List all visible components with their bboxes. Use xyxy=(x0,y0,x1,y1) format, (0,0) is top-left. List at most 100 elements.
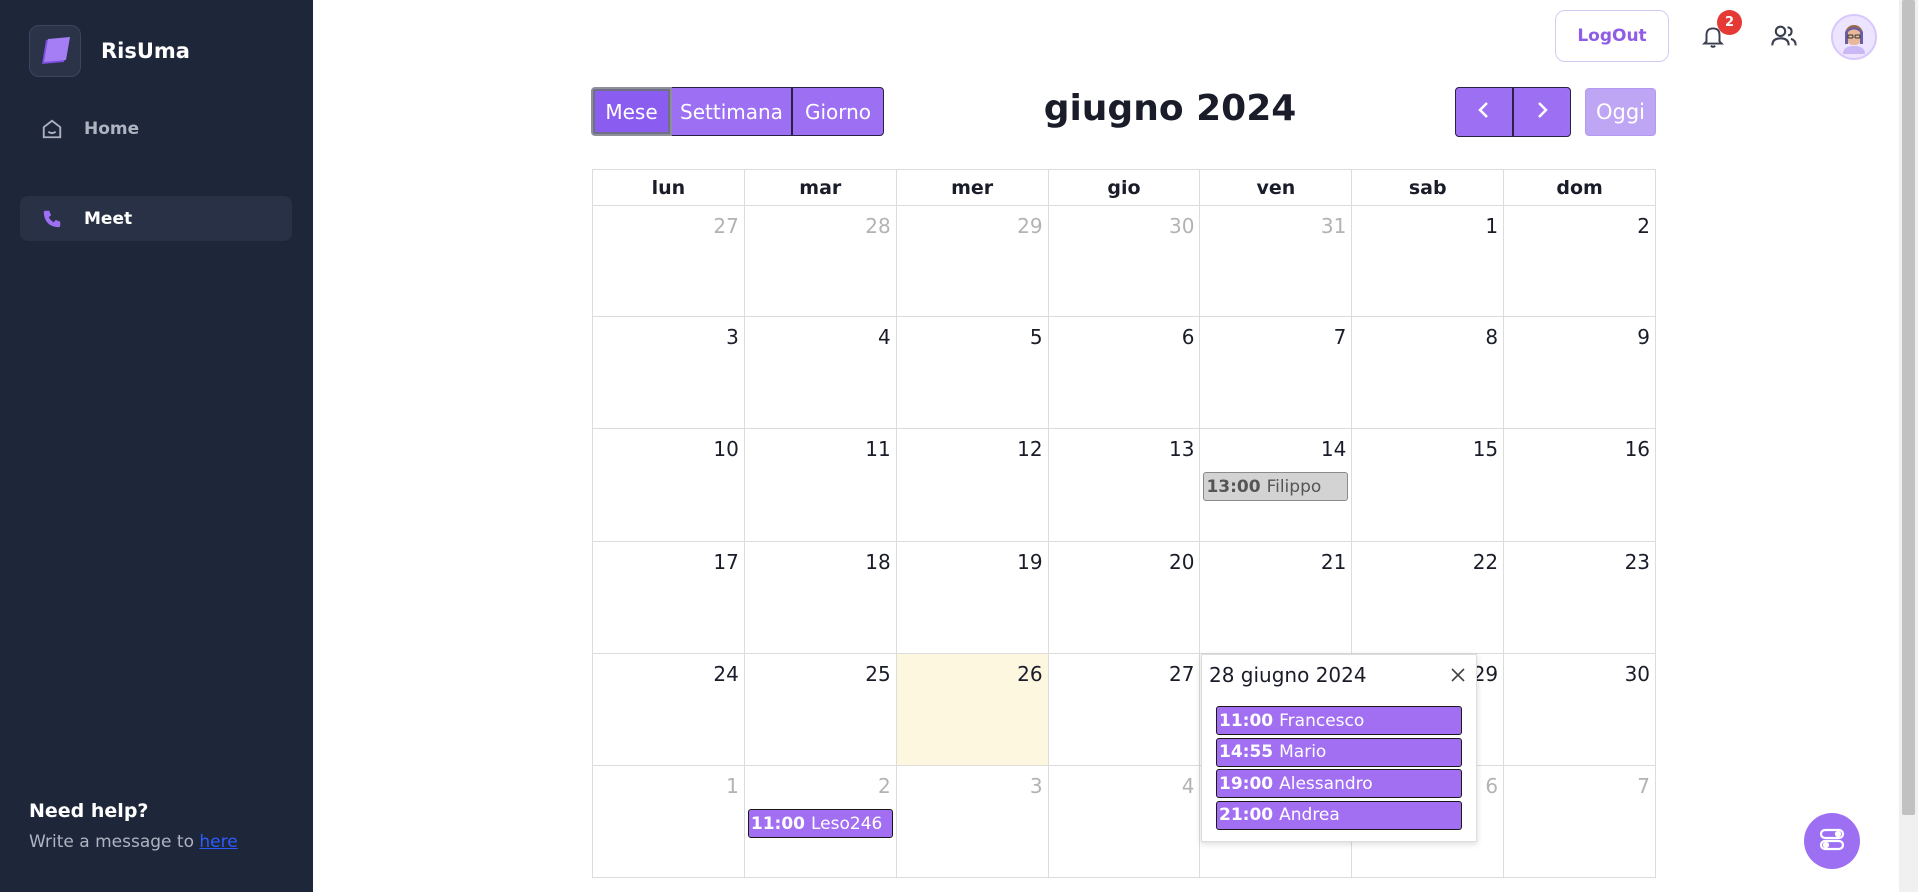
day-number[interactable]: 8 xyxy=(1485,325,1498,349)
day-number[interactable]: 20 xyxy=(1169,550,1194,574)
day-cell-today[interactable]: 26 xyxy=(896,654,1049,766)
today-button[interactable]: Oggi xyxy=(1585,88,1656,136)
day-number[interactable]: 18 xyxy=(865,550,890,574)
day-number[interactable]: 26 xyxy=(1017,662,1042,686)
day-number[interactable]: 31 xyxy=(1321,214,1346,238)
day-number[interactable]: 14 xyxy=(1321,437,1346,461)
view-week-button[interactable]: Settimana xyxy=(672,87,792,136)
day-cell[interactable]: 18 xyxy=(744,542,897,654)
day-cell[interactable]: 21 xyxy=(1200,542,1353,654)
day-cell[interactable]: 27 xyxy=(1048,654,1201,766)
day-number[interactable]: 27 xyxy=(1169,662,1194,686)
day-cell[interactable]: 12 xyxy=(896,429,1049,542)
calendar-event[interactable]: 11:00 Leso246 xyxy=(747,809,893,838)
day-number[interactable]: 21 xyxy=(1321,550,1346,574)
scrollbar-thumb[interactable] xyxy=(1902,0,1915,815)
day-cell[interactable]: 7 xyxy=(1504,766,1657,878)
day-cell[interactable]: 3 xyxy=(896,766,1049,878)
day-number[interactable]: 16 xyxy=(1625,437,1650,461)
day-number[interactable]: 29 xyxy=(1017,214,1042,238)
day-cell[interactable]: 5 xyxy=(896,317,1049,429)
day-cell[interactable]: 15 xyxy=(1352,429,1505,542)
floating-action-button[interactable] xyxy=(1804,813,1860,869)
day-number[interactable]: 9 xyxy=(1637,325,1650,349)
day-cell[interactable]: 28 xyxy=(744,206,897,317)
day-cell[interactable]: 29 xyxy=(896,206,1049,317)
day-cell[interactable]: 4 xyxy=(1048,766,1201,878)
day-number[interactable]: 6 xyxy=(1485,774,1498,798)
brand[interactable]: RisUma xyxy=(29,25,190,77)
users-icon[interactable] xyxy=(1764,16,1804,56)
logout-button[interactable]: LogOut xyxy=(1555,10,1669,62)
day-number[interactable]: 4 xyxy=(878,325,891,349)
day-number[interactable]: 13 xyxy=(1169,437,1194,461)
day-cell[interactable]: 30 xyxy=(1504,654,1657,766)
popover-event[interactable]: 11:00 Francesco xyxy=(1216,706,1462,735)
next-button[interactable] xyxy=(1513,87,1571,137)
popover-event[interactable]: 19:00 Alessandro xyxy=(1216,769,1462,798)
day-cell[interactable]: 1 xyxy=(593,766,745,878)
day-cell[interactable]: 9 xyxy=(1504,317,1657,429)
day-number[interactable]: 11 xyxy=(865,437,890,461)
day-cell[interactable]: 27 xyxy=(593,206,745,317)
day-number[interactable]: 15 xyxy=(1473,437,1498,461)
day-cell[interactable]: 3 xyxy=(593,317,745,429)
day-cell[interactable]: 22 xyxy=(1352,542,1505,654)
scrollbar[interactable] xyxy=(1899,0,1918,892)
view-month-button[interactable]: Mese xyxy=(591,87,672,136)
day-cell[interactable]: 7 xyxy=(1200,317,1353,429)
day-number[interactable]: 22 xyxy=(1473,550,1498,574)
day-cell[interactable]: 17 xyxy=(593,542,745,654)
day-number[interactable]: 4 xyxy=(1182,774,1195,798)
prev-button[interactable] xyxy=(1455,87,1513,137)
day-number[interactable]: 25 xyxy=(865,662,890,686)
day-cell[interactable]: 8 xyxy=(1352,317,1505,429)
day-cell[interactable]: 25 xyxy=(744,654,897,766)
help-link[interactable]: here xyxy=(199,832,237,852)
day-cell[interactable]: 2 xyxy=(1504,206,1657,317)
day-cell[interactable]: 2 11:00 Leso246 xyxy=(744,766,897,878)
day-number[interactable]: 28 xyxy=(865,214,890,238)
day-number[interactable]: 19 xyxy=(1017,550,1042,574)
day-number[interactable]: 24 xyxy=(713,662,738,686)
day-number[interactable]: 23 xyxy=(1625,550,1650,574)
day-number[interactable]: 30 xyxy=(1625,662,1650,686)
day-cell[interactable]: 23 xyxy=(1504,542,1657,654)
day-number[interactable]: 27 xyxy=(713,214,738,238)
day-number[interactable]: 1 xyxy=(1485,214,1498,238)
day-number[interactable]: 30 xyxy=(1169,214,1194,238)
day-number[interactable]: 7 xyxy=(1637,774,1650,798)
sidebar-item-home[interactable]: Home xyxy=(20,106,292,151)
day-cell[interactable]: 30 xyxy=(1048,206,1201,317)
day-cell[interactable]: 14 13:00 Filippo xyxy=(1200,429,1353,542)
day-number[interactable]: 17 xyxy=(713,550,738,574)
calendar-event[interactable]: 13:00 Filippo xyxy=(1203,472,1349,501)
day-number[interactable]: 3 xyxy=(1030,774,1043,798)
day-number[interactable]: 5 xyxy=(1030,325,1043,349)
day-cell[interactable]: 1 xyxy=(1352,206,1505,317)
day-cell[interactable]: 10 xyxy=(593,429,745,542)
day-number[interactable]: 1 xyxy=(726,774,739,798)
day-cell[interactable]: 13 xyxy=(1048,429,1201,542)
day-number[interactable]: 2 xyxy=(1637,214,1650,238)
day-cell[interactable]: 24 xyxy=(593,654,745,766)
close-icon[interactable] xyxy=(1448,665,1468,685)
popover-event[interactable]: 21:00 Andrea xyxy=(1216,800,1462,830)
day-number[interactable]: 12 xyxy=(1017,437,1042,461)
day-cell[interactable]: 6 xyxy=(1048,317,1201,429)
day-number[interactable]: 7 xyxy=(1334,325,1347,349)
day-cell[interactable]: 20 xyxy=(1048,542,1201,654)
day-number[interactable]: 10 xyxy=(713,437,738,461)
view-day-button[interactable]: Giorno xyxy=(792,87,884,136)
day-cell[interactable]: 19 xyxy=(896,542,1049,654)
day-number[interactable]: 6 xyxy=(1182,325,1195,349)
day-number[interactable]: 3 xyxy=(726,325,739,349)
sidebar-item-meet[interactable]: Meet xyxy=(20,196,292,241)
popover-event[interactable]: 14:55 Mario xyxy=(1216,737,1462,767)
day-cell[interactable]: 31 xyxy=(1200,206,1353,317)
avatar[interactable] xyxy=(1831,14,1877,60)
day-cell[interactable]: 4 xyxy=(744,317,897,429)
day-number[interactable]: 2 xyxy=(878,774,891,798)
day-cell[interactable]: 16 xyxy=(1504,429,1657,542)
day-cell[interactable]: 11 xyxy=(744,429,897,542)
